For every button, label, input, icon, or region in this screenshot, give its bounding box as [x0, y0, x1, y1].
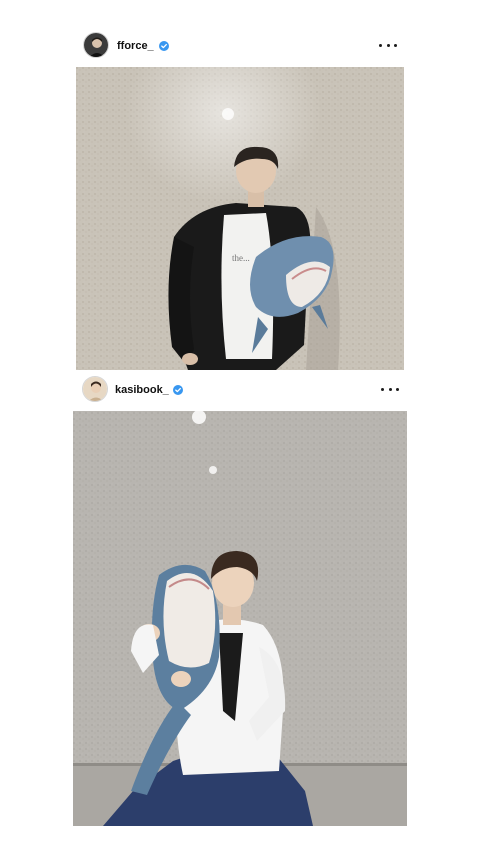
svg-text:the...: the... — [232, 253, 250, 263]
post-username[interactable]: kasibook_ — [115, 383, 169, 397]
verified-badge-icon — [159, 41, 169, 51]
photo-person-with-shark-plush: the... — [76, 67, 404, 370]
avatar-kasibook[interactable] — [82, 376, 108, 402]
post-photo-2[interactable] — [73, 411, 407, 826]
post-photo-1[interactable]: the... — [76, 67, 404, 370]
more-options-icon[interactable] — [379, 40, 397, 50]
post-header-1: fforce_ — [0, 26, 480, 66]
photo-person-hugging-shark-plush — [73, 411, 407, 826]
more-options-icon[interactable] — [381, 384, 399, 394]
avatar-fforce[interactable] — [83, 32, 109, 58]
post-username[interactable]: fforce_ — [117, 39, 154, 53]
verified-badge-icon — [173, 385, 183, 395]
post-header-2: kasibook_ — [0, 369, 480, 409]
profile-photo-icon — [84, 33, 108, 57]
profile-photo-icon — [83, 377, 107, 401]
